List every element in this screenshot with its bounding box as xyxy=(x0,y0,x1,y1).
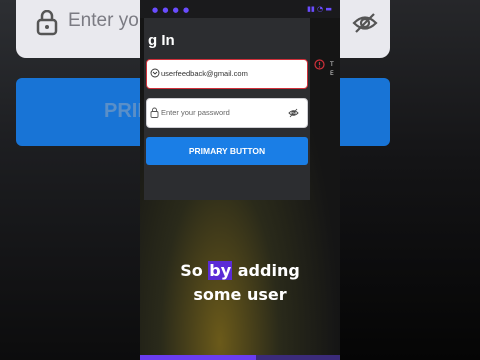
status-icons-left: ● ● ● ● xyxy=(152,6,191,14)
background-button-label: PRIMA xyxy=(104,100,140,122)
login-card: g In userfeedback@gmail.com Enter your p… xyxy=(144,18,310,200)
video-progress-bar[interactable] xyxy=(140,355,340,360)
email-field[interactable]: userfeedback@gmail.com xyxy=(146,59,308,89)
password-field[interactable]: Enter your password xyxy=(146,98,308,128)
background-password-field-right xyxy=(340,0,390,58)
error-icon xyxy=(314,59,325,70)
eye-off-icon xyxy=(352,13,378,33)
eye-off-icon[interactable] xyxy=(288,108,299,118)
background-field-placeholder: Enter your xyxy=(68,10,140,31)
lock-icon xyxy=(150,107,159,118)
password-placeholder: Enter your password xyxy=(161,108,230,117)
caption-text-before: So xyxy=(180,261,209,280)
video-progress-fill xyxy=(140,355,256,360)
caption-text-after: adding xyxy=(232,261,300,280)
caption-line-2: some user xyxy=(193,285,287,304)
email-value: userfeedback@gmail.com xyxy=(161,69,248,78)
phone-screen: ● ● ● ● ▮▮ ◔ ▬ g In userfeedback@gmail.c… xyxy=(140,0,340,360)
background-right xyxy=(340,0,480,360)
background-password-field: Enter your xyxy=(16,0,140,58)
mail-icon xyxy=(150,68,160,78)
background-left: Enter your PRIMA xyxy=(0,0,140,360)
error-message: T E xyxy=(330,61,334,77)
primary-button[interactable]: PRIMARY BUTTON xyxy=(146,137,308,165)
status-bar: ● ● ● ● ▮▮ ◔ ▬ xyxy=(140,0,340,18)
caption-highlight: by xyxy=(208,261,233,280)
status-icons-right: ▮▮ ◔ ▬ xyxy=(307,5,332,13)
page-title: g In xyxy=(148,32,175,49)
lock-icon xyxy=(36,10,58,36)
background-primary-button-right xyxy=(340,78,390,146)
caption-line-1: So by adding xyxy=(140,261,340,280)
